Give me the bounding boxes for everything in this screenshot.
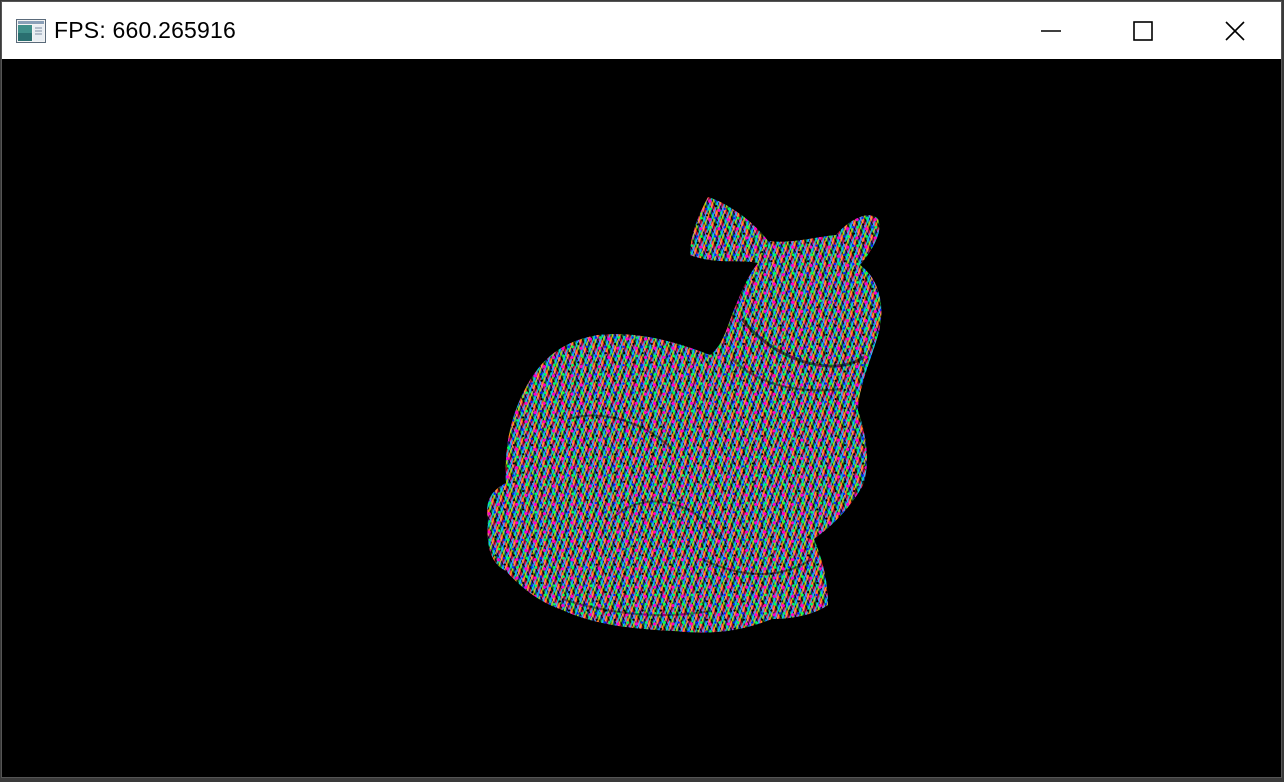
close-button[interactable] (1189, 2, 1281, 59)
window-controls (1005, 2, 1281, 59)
render-viewport[interactable] (2, 59, 1281, 777)
app-window: FPS: 660.265916 (1, 1, 1282, 778)
maximize-icon (1133, 20, 1153, 41)
title-bar[interactable]: FPS: 660.265916 (2, 2, 1281, 59)
minimize-button[interactable] (1005, 2, 1097, 59)
window-title: FPS: 660.265916 (54, 17, 237, 43)
maximize-button[interactable] (1097, 2, 1189, 59)
application-icon (16, 18, 46, 43)
bunny-model (487, 197, 882, 633)
minimize-icon (1041, 29, 1061, 32)
close-icon (1225, 20, 1245, 41)
